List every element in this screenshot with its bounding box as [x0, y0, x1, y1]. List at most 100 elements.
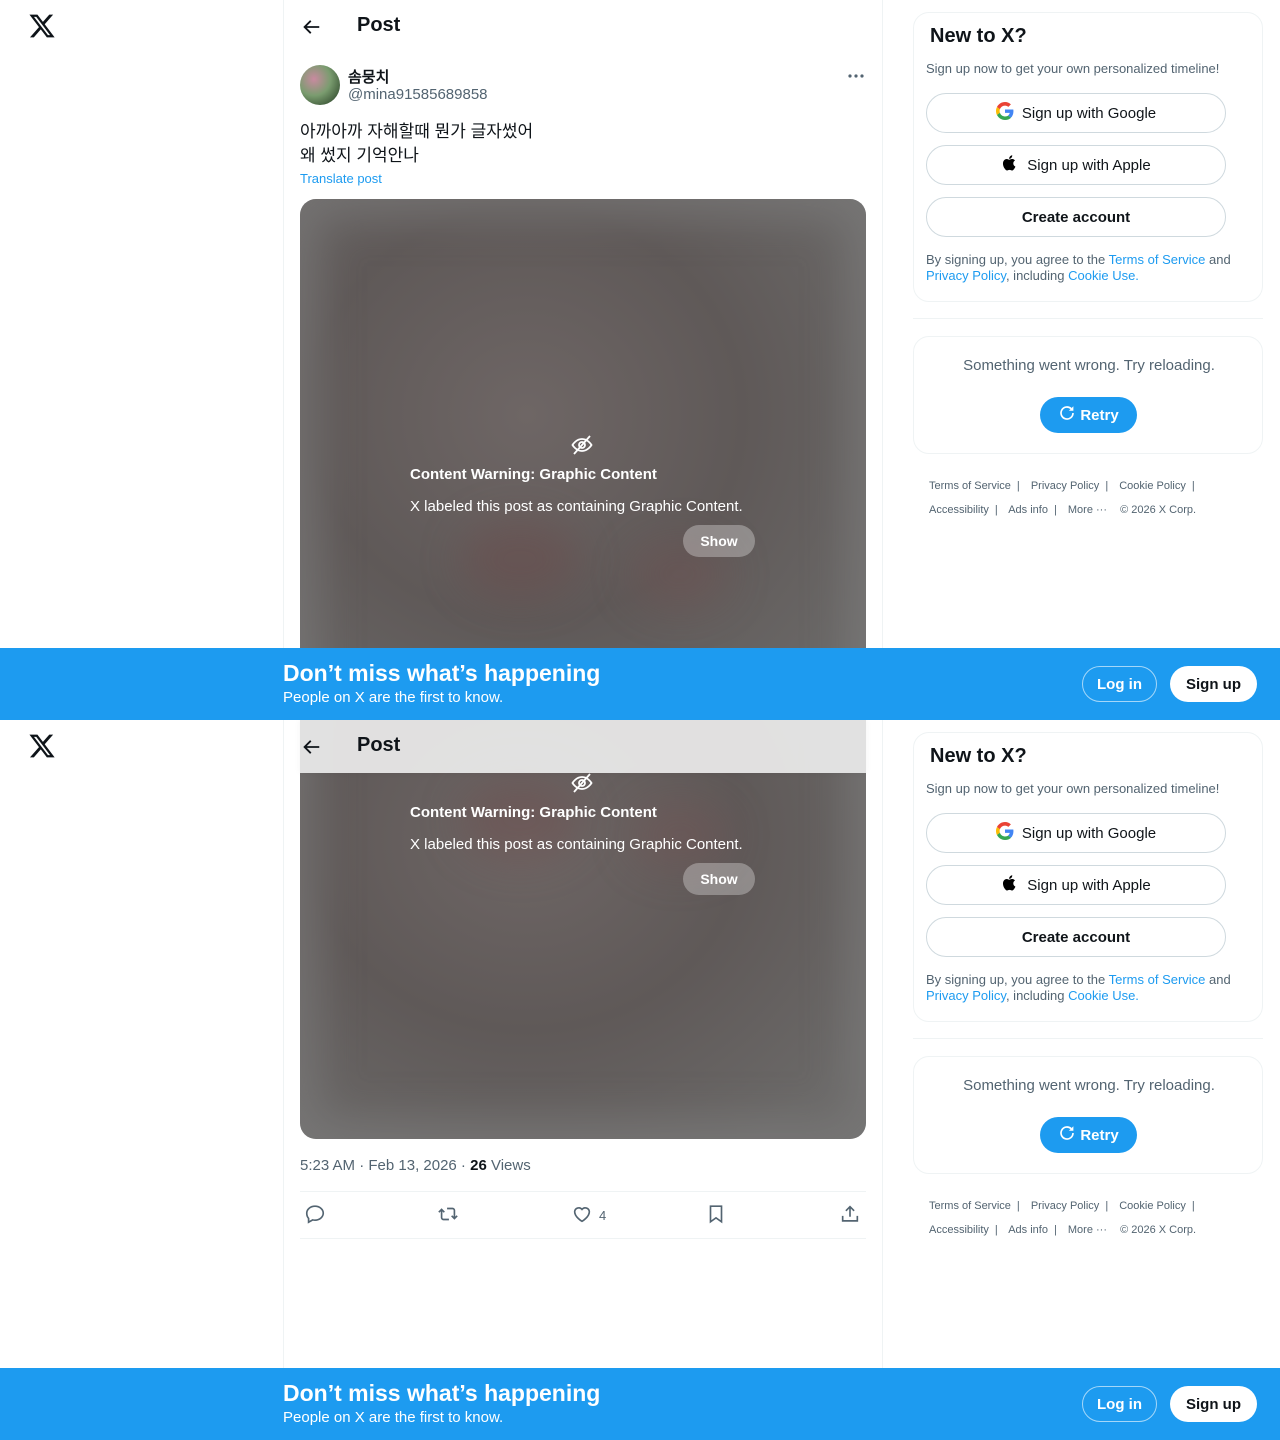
cookie-use-link[interactable]: Cookie Use. — [1068, 268, 1139, 283]
divider — [913, 318, 1263, 319]
footer-links: Terms of Service | Privacy Policy | Cookie… — [929, 1200, 1197, 1236]
privacy-link[interactable]: Privacy Policy — [926, 988, 1006, 1003]
footer-more-link[interactable]: More ··· — [1068, 1224, 1107, 1236]
post-header: Post — [300, 720, 866, 773]
apple-signup-label: Sign up with Apple — [1027, 876, 1151, 894]
views-label: Views — [490, 1157, 531, 1174]
eye-slash-icon — [570, 771, 594, 795]
cookie-use-link[interactable]: Cookie Use. — [1068, 988, 1139, 1003]
footer-privacy-link[interactable]: Privacy Policy — [1031, 1200, 1099, 1212]
google-signup-button[interactable]: Sign up with Google — [926, 813, 1226, 853]
google-signup-label: Sign up with Google — [1021, 104, 1157, 122]
page-title: Post — [357, 734, 401, 756]
avatar[interactable] — [300, 65, 340, 105]
footer-accessibility-link[interactable]: Accessibility — [929, 504, 989, 516]
reply-icon — [304, 1203, 326, 1228]
footer-privacy-link[interactable]: Privacy Policy — [1031, 480, 1099, 492]
legal-text: , including — [1005, 988, 1069, 1003]
more-icon[interactable] — [844, 66, 868, 86]
terms-link[interactable]: Terms of Service — [1109, 972, 1206, 987]
apple-signup-button[interactable]: Sign up with Apple — [926, 145, 1226, 185]
post-author: 솜뭉치 @mina91585689858 — [300, 64, 868, 108]
show-button[interactable]: Show — [683, 525, 755, 557]
back-arrow-icon[interactable] — [300, 736, 322, 758]
footer-terms-link[interactable]: Terms of Service — [929, 480, 1011, 492]
repost-button[interactable] — [437, 1204, 459, 1226]
share-button[interactable] — [839, 1204, 861, 1226]
legal-text: and — [1205, 972, 1231, 987]
page-title: Post — [357, 14, 401, 36]
x-logo-icon[interactable] — [28, 732, 56, 762]
like-icon — [571, 1203, 593, 1228]
legal-text: By signing up, you agree to the — [926, 252, 1109, 267]
banner-title: Don’t miss what’s happening — [283, 660, 601, 686]
error-card: Something went wrong. Try reloading. Ret… — [913, 336, 1263, 454]
retry-button[interactable]: Retry — [1040, 397, 1137, 433]
like-button[interactable]: 4 — [571, 1204, 606, 1226]
post-media[interactable]: Content Warning: Graphic Content X label… — [300, 199, 866, 720]
google-icon — [995, 102, 1022, 124]
post-text: 아까아까 자해할때 뭔가 글자썼어 왜 썼지 기억안나 — [300, 120, 533, 168]
apple-icon — [1001, 874, 1027, 896]
post-meta: 5:23 AM · Feb 13, 2026 · 26 Views — [300, 1157, 531, 1174]
terms-link[interactable]: Terms of Service — [1109, 252, 1206, 267]
footer-more-link[interactable]: More ··· — [1068, 504, 1107, 516]
apple-signup-button[interactable]: Sign up with Apple — [926, 865, 1226, 905]
login-button[interactable]: Log in — [1082, 1386, 1157, 1422]
signup-heading: New to X? — [930, 25, 1027, 47]
signup-button[interactable]: Sign up — [1170, 1386, 1257, 1422]
primary-column: Post 솜뭉치 @mina91585689858 아까아까 자해할때 뭔가 글… — [283, 0, 883, 720]
like-count: 4 — [599, 1207, 607, 1223]
author-handle[interactable]: @mina91585689858 — [348, 86, 488, 103]
divider — [913, 1038, 1263, 1039]
signup-legal-text: By signing up, you agree to the Terms of… — [926, 252, 1252, 284]
legal-text: By signing up, you agree to the — [926, 972, 1109, 987]
content-warning-title: Content Warning: Graphic Content — [410, 804, 657, 821]
footer-links: Terms of Service | Privacy Policy | Cookie… — [929, 480, 1197, 516]
viewport-top: Post 솜뭉치 @mina91585689858 아까아까 자해할때 뭔가 글… — [0, 0, 1280, 720]
footer-cookie-link[interactable]: Cookie Policy — [1119, 480, 1186, 492]
post-actions: 4 — [300, 1191, 866, 1239]
footer-terms-link[interactable]: Terms of Service — [929, 1200, 1011, 1212]
login-button[interactable]: Log in — [1082, 666, 1157, 702]
footer-ads-link[interactable]: Ads info — [1008, 504, 1048, 516]
error-message: Something went wrong. Try reloading. — [963, 357, 1215, 374]
google-icon — [995, 822, 1022, 844]
footer-ads-link[interactable]: Ads info — [1008, 1224, 1048, 1236]
login-banner: Don’t miss what’s happening People on X … — [0, 1368, 1280, 1440]
signup-card: New to X? Sign up now to get your own pe… — [913, 732, 1263, 1022]
post-timestamp[interactable]: 5:23 AM · Feb 13, 2026 · — [300, 1157, 470, 1174]
banner-subtitle: People on X are the first to know. — [283, 689, 504, 706]
views-count: 26 — [470, 1157, 487, 1174]
retry-label: Retry — [1080, 1126, 1119, 1144]
author-name[interactable]: 솜뭉치 — [348, 66, 389, 87]
privacy-link[interactable]: Privacy Policy — [926, 268, 1006, 283]
signup-button[interactable]: Sign up — [1170, 666, 1257, 702]
google-signup-label: Sign up with Google — [1021, 824, 1157, 842]
create-account-button[interactable]: Create account — [926, 197, 1226, 237]
signup-subtitle: Sign up now to get your own personalized… — [926, 61, 1220, 76]
banner-title: Don’t miss what’s happening — [283, 1380, 601, 1406]
reply-button[interactable] — [304, 1204, 326, 1226]
back-arrow-icon[interactable] — [300, 16, 322, 38]
google-signup-button[interactable]: Sign up with Google — [926, 93, 1226, 133]
footer-cookie-link[interactable]: Cookie Policy — [1119, 1200, 1186, 1212]
translate-post-link[interactable]: Translate post — [300, 171, 382, 186]
show-button[interactable]: Show — [683, 863, 755, 895]
footer-copyright: © 2026 X Corp. — [1120, 1224, 1197, 1236]
signup-heading: New to X? — [930, 745, 1027, 767]
retry-button[interactable]: Retry — [1040, 1117, 1137, 1153]
login-banner: Don’t miss what’s happening People on X … — [0, 648, 1280, 720]
create-account-button[interactable]: Create account — [926, 917, 1226, 957]
retry-label: Retry — [1080, 406, 1119, 424]
signup-card: New to X? Sign up now to get your own pe… — [913, 12, 1263, 302]
x-logo-icon[interactable] — [28, 12, 56, 42]
share-icon — [839, 1203, 861, 1228]
content-warning-desc: X labeled this post as containing Graphi… — [410, 836, 743, 853]
bookmark-button[interactable] — [705, 1204, 727, 1226]
post-media[interactable]: Content Warning: Graphic Content X label… — [300, 720, 866, 1139]
content-warning-title: Content Warning: Graphic Content — [410, 466, 657, 483]
footer-accessibility-link[interactable]: Accessibility — [929, 1224, 989, 1236]
bookmark-icon — [705, 1203, 727, 1228]
legal-text: , including — [1005, 268, 1069, 283]
